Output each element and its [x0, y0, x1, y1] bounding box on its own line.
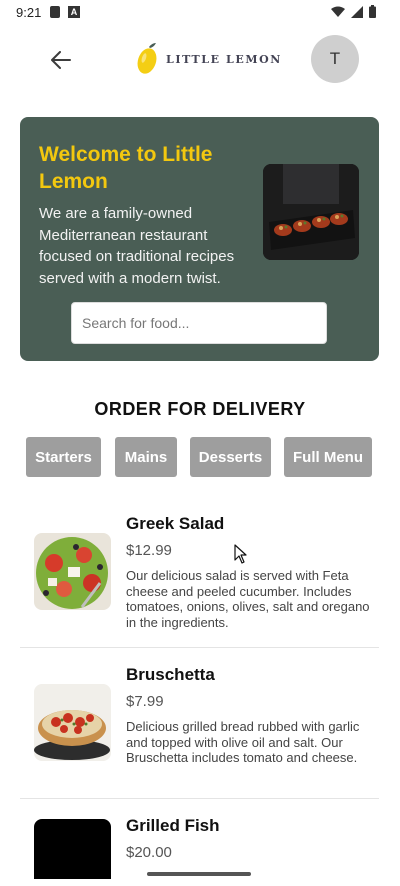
battery-icon — [369, 5, 376, 18]
menu-item-description: Delicious grilled bread rubbed with garl… — [126, 719, 360, 766]
search-field[interactable] — [71, 302, 327, 344]
menu-item-name: Grilled Fish — [126, 816, 220, 835]
little-lemon-logo: LITTLE LEMON — [136, 42, 282, 76]
status-bar: 9:21 A — [0, 0, 400, 26]
status-time: 9:21 — [16, 5, 42, 20]
menu-divider — [20, 798, 379, 799]
back-button[interactable] — [46, 46, 76, 74]
category-full-menu-button[interactable]: Full Menu — [284, 437, 372, 477]
profile-avatar[interactable]: T — [311, 35, 359, 83]
home-indicator[interactable] — [147, 872, 251, 876]
system-icons — [331, 5, 376, 18]
hero-food-picture — [263, 164, 359, 260]
bruschetta-image — [34, 684, 111, 761]
greek-salad-image — [34, 533, 111, 610]
grilled-fish-image — [34, 819, 111, 879]
hero-banner: Welcome to Little Lemon We are a family-… — [20, 117, 379, 361]
category-desserts-button[interactable]: Desserts — [190, 437, 271, 477]
bruschetta-picture — [34, 684, 111, 761]
salad-picture — [34, 533, 111, 610]
menu-divider — [20, 647, 379, 648]
menu-item-name: Greek Salad — [126, 514, 225, 533]
menu-item-description: Our delicious salad is served with Feta … — [126, 568, 370, 631]
hero-description: We are a family-owned Mediterranean rest… — [39, 205, 235, 287]
sd-card-icon — [50, 6, 60, 18]
lemon-icon — [137, 43, 157, 74]
category-mains-button[interactable]: Mains — [115, 437, 177, 477]
notification-icons: A — [50, 6, 80, 18]
a-notification-icon: A — [68, 6, 80, 18]
order-section-title: ORDER FOR DELIVERY — [94, 399, 306, 419]
logo-text: LITTLE LEMON — [166, 52, 282, 66]
signal-icon — [351, 5, 363, 18]
menu-item-greek-salad[interactable]: Greek Salad $12.99 Our delicious salad i… — [20, 500, 379, 646]
hero-food-image — [263, 164, 359, 260]
hero-title: Welcome to Little Lemon — [39, 143, 213, 193]
menu-item-price: $7.99 — [126, 693, 164, 710]
search-input[interactable] — [72, 303, 326, 343]
mouse-pointer-icon — [234, 544, 247, 564]
top-app-bar: LITTLE LEMON T — [0, 26, 400, 92]
menu-item-bruschetta[interactable]: Bruschetta $7.99 Delicious grilled bread… — [20, 651, 379, 797]
category-starters-button[interactable]: Starters — [26, 437, 101, 477]
menu-item-name: Bruschetta — [126, 665, 215, 684]
menu-item-price: $20.00 — [126, 844, 172, 861]
menu-item-price: $12.99 — [126, 542, 172, 559]
avatar-initial: T — [329, 49, 341, 68]
arrow-back-icon — [51, 51, 71, 69]
wifi-icon — [331, 6, 345, 17]
